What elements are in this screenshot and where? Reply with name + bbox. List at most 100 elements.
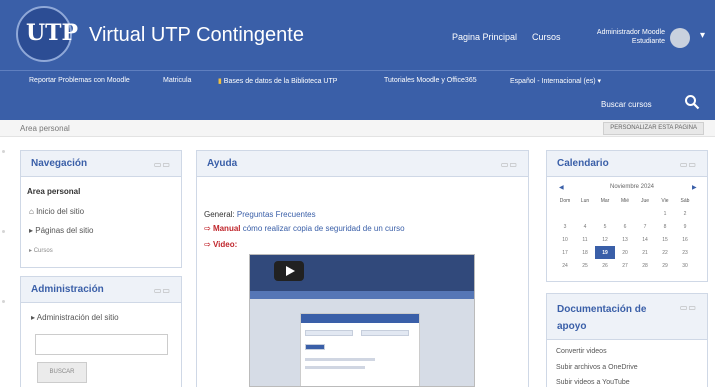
block-controls-icon[interactable]: ▭▭ — [680, 160, 697, 169]
admin-search-input[interactable] — [35, 334, 168, 355]
faq-link[interactable]: Preguntas Frecuentes — [237, 210, 316, 219]
calendar-day[interactable]: 29 — [655, 259, 675, 272]
nav-language[interactable]: Español - Internacional (es) ▾ — [510, 77, 601, 85]
home-link[interactable]: Pagina Principal — [452, 32, 517, 42]
nav-report-problems[interactable]: Reportar Problemas con Moodle — [29, 77, 130, 84]
site-title[interactable]: Virtual UTP Contingente — [89, 24, 304, 47]
nav-area-personal[interactable]: Area personal — [27, 187, 80, 196]
calendar-day — [635, 207, 655, 220]
play-icon[interactable] — [274, 261, 304, 281]
calendar-day[interactable]: 13 — [615, 233, 635, 246]
calendar-day[interactable]: 17 — [555, 246, 575, 259]
utp-logo[interactable]: UTP — [16, 6, 78, 62]
day-header: Sáb — [680, 197, 690, 204]
block-controls-icon[interactable]: ▭▭ — [154, 286, 171, 295]
nav-tutorials[interactable]: Tutoriales Moodle y Office365 — [384, 77, 477, 84]
arrow-right-icon: ⇨ — [204, 240, 213, 249]
nav-site-home[interactable]: ⌂ Inicio del sitio — [29, 207, 84, 216]
calendar-day[interactable]: 28 — [635, 259, 655, 272]
calendar-day[interactable]: 14 — [635, 233, 655, 246]
user-name: Administrador Moodle — [596, 29, 665, 36]
calendar-week-row: 3456789 — [555, 220, 695, 233]
manual-line: ⇨ Manual cómo realizar copia de segurida… — [204, 224, 405, 233]
next-month-icon[interactable]: ▶ — [692, 184, 697, 191]
video-form-field — [361, 330, 409, 336]
calendar-day[interactable]: 15 — [655, 233, 675, 246]
nav-site-pages[interactable]: ▸ Páginas del sitio — [29, 226, 94, 235]
calendar-grid: Dom Lun Mar Mié Jue Vie Sáb 1 2 3 4 5 6 7 8 9 10 1… — [555, 194, 695, 272]
calendar-day — [575, 207, 595, 220]
block-header: Calendario ▭▭ — [547, 151, 707, 177]
calendar-day[interactable]: 2 — [675, 207, 695, 220]
nav-library-label: Bases de datos de la Biblioteca UTP — [223, 78, 338, 85]
search-courses-label[interactable]: Buscar cursos — [601, 100, 652, 109]
avatar[interactable] — [670, 28, 690, 48]
doc-link-onedrive[interactable]: Subir archivos a OneDrive — [556, 364, 638, 371]
site-admin-item[interactable]: ▸ Administración del sitio — [31, 313, 119, 322]
manual-label[interactable]: Manual — [213, 224, 241, 233]
user-menu[interactable]: Administrador Moodle Estudiante — [597, 28, 665, 46]
calendar-day[interactable]: 27 — [615, 259, 635, 272]
video-label: Video: — [212, 240, 238, 249]
calendar-day[interactable]: 21 — [635, 246, 655, 259]
block-header: Documentación de apoyo ▭▭ — [547, 294, 707, 340]
admin-search-button[interactable]: BUSCAR — [37, 362, 87, 383]
calendar-day[interactable]: 16 — [675, 233, 695, 246]
breadcrumb-bar: Area personal PERSONALIZAR ESTA PAGINA — [0, 120, 715, 137]
nav-library-databases[interactable]: ▮ Bases de datos de la Biblioteca UTP — [218, 77, 337, 85]
decorative-dot — [2, 230, 5, 233]
block-title: Documentación de apoyo — [557, 304, 647, 332]
calendar-day[interactable]: 19 — [595, 246, 615, 259]
calendar-day[interactable]: 1 — [655, 207, 675, 220]
calendar-day[interactable]: 6 — [615, 220, 635, 233]
calendar-day[interactable]: 9 — [675, 220, 695, 233]
calendar-day — [615, 207, 635, 220]
block-header: Ayuda ▭▭ — [197, 151, 528, 177]
video-form-button — [305, 344, 325, 350]
calendar-day[interactable]: 11 — [575, 233, 595, 246]
site-header: UTP Virtual UTP Contingente Pagina Princ… — [0, 0, 715, 70]
calendar-day[interactable]: 20 — [615, 246, 635, 259]
calendar-day[interactable]: 12 — [595, 233, 615, 246]
search-icon[interactable] — [684, 94, 700, 110]
nav-courses-label: Cursos — [33, 248, 53, 254]
day-header: Mié — [620, 197, 630, 204]
nav-enrollment[interactable]: Matricula — [163, 77, 191, 84]
calendar-day[interactable]: 30 — [675, 259, 695, 272]
calendar-day[interactable]: 7 — [635, 220, 655, 233]
day-header: Lun — [580, 197, 590, 204]
calendar-day[interactable]: 4 — [575, 220, 595, 233]
tutorial-video[interactable] — [249, 254, 475, 387]
nav-courses[interactable]: ▸ Cursos — [29, 247, 53, 254]
doc-link-youtube[interactable]: Subir videos a YouTube — [556, 379, 630, 386]
doc-link-convert-videos[interactable]: Convertir videos — [556, 348, 607, 355]
customize-page-button[interactable]: PERSONALIZAR ESTA PAGINA — [603, 122, 704, 135]
calendar-month[interactable]: Noviembre 2024 — [558, 184, 706, 190]
block-controls-icon[interactable]: ▭▭ — [680, 303, 697, 312]
video-form-line — [305, 366, 365, 369]
general-line: General: Preguntas Frecuentes — [204, 210, 316, 219]
block-controls-icon[interactable]: ▭▭ — [501, 160, 518, 169]
chevron-down-icon[interactable]: ▾ — [700, 30, 705, 41]
block-title: Ayuda — [207, 158, 238, 169]
calendar-day[interactable]: 5 — [595, 220, 615, 233]
day-header: Vie — [661, 197, 669, 204]
courses-link[interactable]: Cursos — [532, 32, 561, 42]
calendar-day[interactable]: 25 — [575, 259, 595, 272]
calendar-day — [555, 207, 575, 220]
calendar-day[interactable]: 24 — [555, 259, 575, 272]
calendar-day[interactable]: 26 — [595, 259, 615, 272]
block-controls-icon[interactable]: ▭▭ — [154, 160, 171, 169]
video-screen-menubar — [250, 291, 474, 299]
calendar-week-row: 10 11 12 13 14 15 16 — [555, 233, 695, 246]
calendar-day[interactable]: 3 — [555, 220, 575, 233]
block-title: Administración — [31, 284, 104, 295]
calendar-day[interactable]: 23 — [675, 246, 695, 259]
calendar-day[interactable]: 10 — [555, 233, 575, 246]
calendar-day[interactable]: 22 — [655, 246, 675, 259]
manual-text[interactable]: cómo realizar copia de seguridad de un c… — [243, 224, 405, 233]
breadcrumb[interactable]: Area personal — [20, 124, 70, 133]
calendar-day[interactable]: 8 — [655, 220, 675, 233]
docs-block: Documentación de apoyo ▭▭ — [546, 293, 708, 387]
calendar-day[interactable]: 18 — [575, 246, 595, 259]
